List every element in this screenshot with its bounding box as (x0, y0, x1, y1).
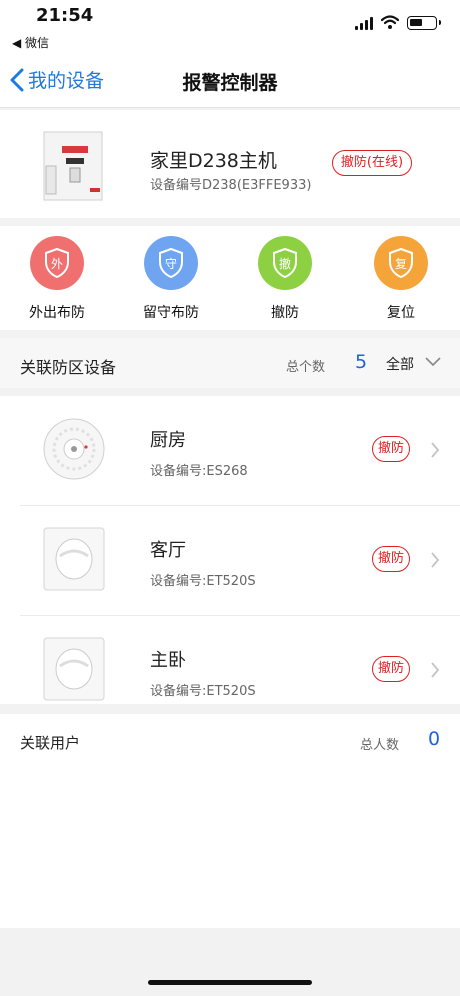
reset-icon: 复 (374, 236, 428, 290)
zone-name: 主卧 (150, 650, 186, 671)
svg-text:撤: 撤 (279, 256, 291, 271)
device-id: 设备编号D238(E3FFE933) (150, 178, 312, 193)
away-arm-button[interactable]: 外 外出布防 (12, 236, 102, 322)
chevron-right-icon (431, 662, 440, 678)
status-badge: 撤防 (372, 436, 410, 462)
linked-users-section: 关联用户 总人数 0 (0, 714, 460, 928)
disarm-label: 撤防 (271, 305, 299, 321)
stay-arm-icon: 守 (144, 236, 198, 290)
list-item[interactable]: 厨房 设备编号:ES268 撤防 (0, 396, 460, 506)
wifi-icon (381, 15, 399, 29)
away-arm-icon: 外 (30, 236, 84, 290)
stay-arm-button[interactable]: 守 留守布防 (126, 236, 216, 322)
device-name: 家里D238主机 (150, 150, 277, 172)
battery-icon (407, 16, 441, 30)
users-count: 0 (428, 728, 441, 750)
chevron-right-icon (431, 442, 440, 458)
status-bar: 21:54 ◀ 微信 (0, 0, 460, 52)
page-title: 报警控制器 (0, 68, 460, 95)
cellular-signal-icon (355, 16, 375, 30)
home-indicator (148, 980, 312, 985)
reset-label: 复位 (387, 305, 415, 321)
list-item[interactable]: 客厅 设备编号:ET520S 撤防 (0, 506, 460, 616)
quick-actions: 外 外出布防 守 留守布防 撤 撤防 复 复位 (0, 226, 460, 330)
chevron-right-icon (431, 552, 440, 568)
status-badge: 撤防 (372, 546, 410, 572)
reset-button[interactable]: 复 复位 (356, 236, 446, 322)
alarm-panel-image (43, 131, 103, 201)
svg-text:复: 复 (395, 257, 407, 271)
zone-id: 设备编号:ET520S (150, 574, 256, 589)
status-badge: 撤防 (372, 656, 410, 682)
away-arm-label: 外出布防 (29, 305, 85, 321)
zone-count-label: 总个数 (286, 360, 326, 375)
stay-arm-label: 留守布防 (143, 305, 199, 321)
nav-bar: 我的设备 报警控制器 (0, 52, 460, 108)
zone-device-list: 厨房 设备编号:ES268 撤防 客厅 设备编号:ET520S 撤防 主卧 设备… (0, 396, 460, 704)
zone-devices-header: 关联防区设备 总个数 5 全部 (0, 338, 460, 388)
clock: 21:54 (36, 5, 94, 26)
pir-sensor-icon (43, 527, 105, 591)
disarm-button[interactable]: 撤 撤防 (240, 236, 330, 322)
zone-filter-dropdown[interactable]: 全部 (386, 354, 414, 374)
zone-name: 厨房 (150, 430, 186, 451)
zone-name: 客厅 (150, 540, 186, 561)
zone-count: 5 (355, 351, 368, 373)
disarm-icon: 撤 (258, 236, 312, 290)
device-card[interactable]: 家里D238主机 设备编号D238(E3FFE933) 撤防(在线) (0, 110, 460, 218)
page-title-text: 报警控制器 (182, 72, 278, 94)
status-badge: 撤防(在线) (332, 150, 412, 176)
svg-text:守: 守 (165, 257, 177, 271)
chevron-down-icon[interactable] (425, 357, 441, 367)
zone-devices-title: 关联防区设备 (20, 358, 117, 377)
users-count-label: 总人数 (360, 738, 400, 753)
smoke-detector-icon (43, 418, 105, 480)
linked-users-title: 关联用户 (20, 734, 81, 752)
list-item[interactable]: 主卧 设备编号:ET520S 撤防 (0, 616, 460, 704)
back-to-app-link[interactable]: ◀ 微信 (12, 34, 49, 51)
svg-text:外: 外 (51, 257, 63, 271)
zone-id: 设备编号:ES268 (150, 464, 248, 479)
zone-id: 设备编号:ET520S (150, 684, 256, 699)
pir-sensor-icon (43, 637, 105, 701)
